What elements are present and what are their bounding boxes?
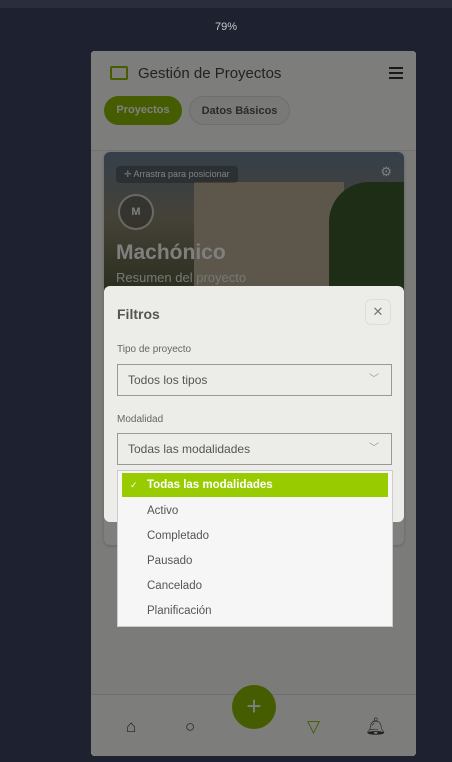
project-type-value: Todos los tipos — [128, 373, 208, 387]
modality-select[interactable]: Todas las modalidades ﹀ — [117, 433, 392, 465]
option-planificacion[interactable]: Planificación — [118, 599, 392, 624]
option-todas[interactable]: ✓ Todas las modalidades — [122, 473, 388, 497]
zoom-level: 79% — [214, 21, 238, 33]
modality-label: Modalidad — [117, 414, 164, 425]
close-icon[interactable]: ✕ — [365, 299, 391, 325]
option-label: Todas las modalidades — [147, 479, 273, 491]
project-type-select[interactable]: Todos los tipos ﹀ — [117, 364, 392, 396]
modal-title: Filtros — [117, 306, 160, 322]
project-type-label: Tipo de proyecto — [117, 344, 192, 355]
top-bar — [0, 0, 452, 8]
chevron-down-icon: ﹀ — [369, 443, 379, 454]
check-icon: ✓ — [130, 480, 138, 490]
modality-dropdown: ✓ Todas las modalidades Activo Completado… — [117, 470, 393, 627]
option-completado[interactable]: Completado — [118, 524, 392, 549]
chevron-down-icon: ﹀ — [369, 374, 379, 385]
option-cancelado[interactable]: Cancelado — [118, 574, 392, 599]
option-pausado[interactable]: Pausado — [118, 549, 392, 574]
modality-value: Todas las modalidades — [128, 442, 251, 456]
option-activo[interactable]: Activo — [118, 499, 392, 524]
